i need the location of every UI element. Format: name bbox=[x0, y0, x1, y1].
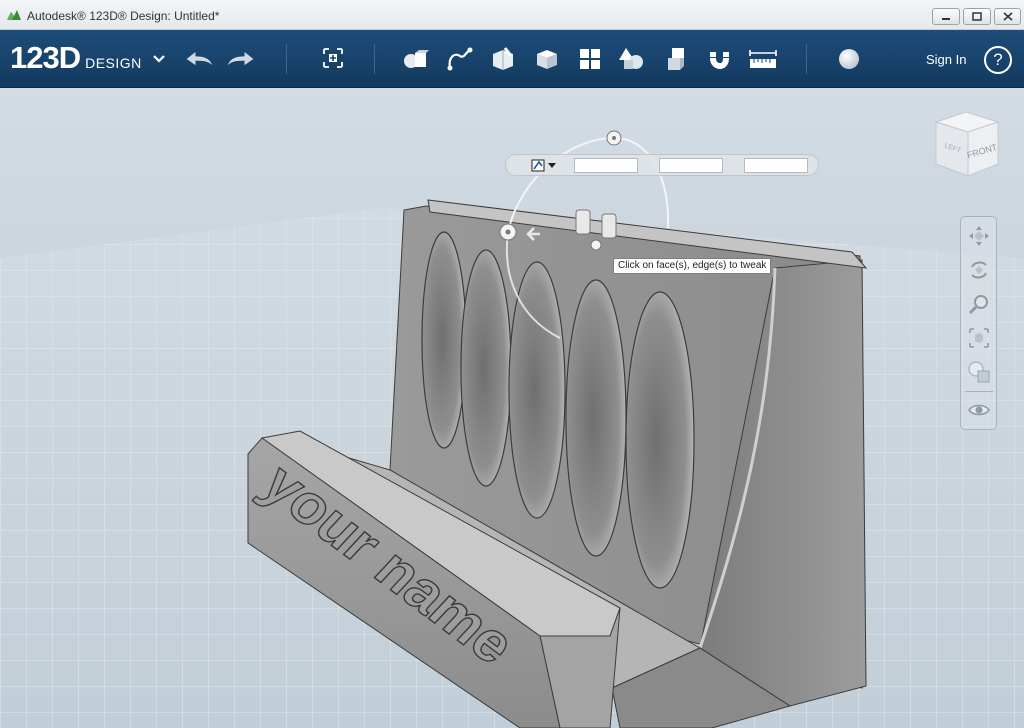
tweak-mode-dropdown[interactable] bbox=[530, 157, 560, 174]
navbar-separator bbox=[965, 391, 993, 392]
visual-style-button[interactable] bbox=[965, 359, 993, 385]
grouping-button[interactable] bbox=[617, 44, 647, 74]
combine-button[interactable] bbox=[662, 44, 692, 74]
material-button[interactable] bbox=[834, 44, 864, 74]
window-title: Autodesk® 123D® Design: Untitled* bbox=[27, 9, 220, 23]
undo-icon bbox=[186, 51, 213, 66]
redo-button[interactable] bbox=[226, 44, 256, 74]
tweak-value-field-2[interactable] bbox=[659, 158, 723, 173]
minimize-icon bbox=[942, 17, 950, 20]
close-icon bbox=[1002, 12, 1013, 21]
tweak-mode-icon bbox=[531, 159, 545, 172]
material-sphere-icon bbox=[839, 49, 859, 69]
window-titlebar: Autodesk® 123D® Design: Untitled* bbox=[0, 0, 1024, 30]
fit-button[interactable] bbox=[965, 325, 993, 351]
tweak-value-field-3[interactable] bbox=[744, 158, 808, 173]
tweak-value-field-1[interactable] bbox=[574, 158, 638, 173]
logo-number: 123D bbox=[10, 40, 81, 75]
sketch-button[interactable] bbox=[445, 44, 475, 74]
toolbar-separator bbox=[286, 44, 287, 74]
orbit-button[interactable] bbox=[965, 257, 993, 283]
minimize-button[interactable] bbox=[932, 8, 960, 25]
primitives-icon bbox=[404, 50, 429, 68]
combine-icon bbox=[668, 48, 684, 70]
grouping-icon bbox=[619, 48, 643, 69]
chevron-down-icon[interactable] bbox=[152, 54, 166, 64]
close-button[interactable] bbox=[994, 8, 1021, 25]
magnet-icon bbox=[710, 52, 729, 69]
app-logo[interactable]: 123D DESIGN bbox=[10, 40, 142, 78]
navigation-bar bbox=[960, 216, 997, 430]
toolbar-separator bbox=[806, 44, 807, 74]
transform-icon bbox=[323, 48, 343, 68]
help-icon: ? bbox=[993, 50, 1003, 69]
pattern-button[interactable] bbox=[575, 44, 605, 74]
view-cube[interactable]: FRONT LEFT bbox=[928, 108, 1004, 180]
transform-button[interactable] bbox=[318, 44, 348, 74]
zoom-button[interactable] bbox=[965, 291, 993, 317]
undo-button[interactable] bbox=[184, 44, 214, 74]
sign-in-link[interactable]: Sign In bbox=[926, 52, 966, 67]
construct-icon bbox=[493, 47, 513, 70]
measure-button[interactable] bbox=[748, 44, 778, 74]
modify-button[interactable] bbox=[532, 44, 562, 74]
eye-icon bbox=[968, 404, 990, 416]
construct-button[interactable] bbox=[488, 44, 518, 74]
measure-icon bbox=[749, 50, 777, 68]
toolbar-separator bbox=[374, 44, 375, 74]
caret-down-icon bbox=[548, 162, 556, 168]
view-visibility-button[interactable] bbox=[965, 397, 993, 423]
orbit-icon bbox=[971, 261, 987, 279]
snap-button[interactable] bbox=[704, 44, 734, 74]
app-icon bbox=[7, 10, 21, 20]
tweak-tooltip: Click on face(s), edge(s) to tweak bbox=[613, 258, 772, 274]
pattern-icon bbox=[580, 49, 600, 69]
zoom-icon bbox=[968, 295, 988, 315]
maximize-button[interactable] bbox=[963, 8, 991, 25]
model-scene: your name bbox=[0, 130, 1024, 728]
maximize-icon bbox=[972, 12, 982, 21]
shading-icon bbox=[968, 361, 990, 383]
sketch-icon bbox=[447, 47, 473, 71]
tweak-toolbar bbox=[505, 154, 819, 176]
3d-viewport[interactable]: your name Click on face(s), edge(s) to t… bbox=[0, 88, 1024, 728]
main-toolbar: 123D DESIGN Sign In ? bbox=[0, 30, 1024, 88]
primitives-button[interactable] bbox=[401, 44, 431, 74]
pan-icon bbox=[969, 226, 989, 246]
redo-icon bbox=[227, 51, 254, 66]
pan-button[interactable] bbox=[965, 223, 993, 249]
fit-icon bbox=[969, 328, 989, 348]
logo-word: DESIGN bbox=[85, 55, 142, 71]
help-button[interactable]: ? bbox=[984, 46, 1012, 74]
modify-icon bbox=[537, 50, 557, 69]
